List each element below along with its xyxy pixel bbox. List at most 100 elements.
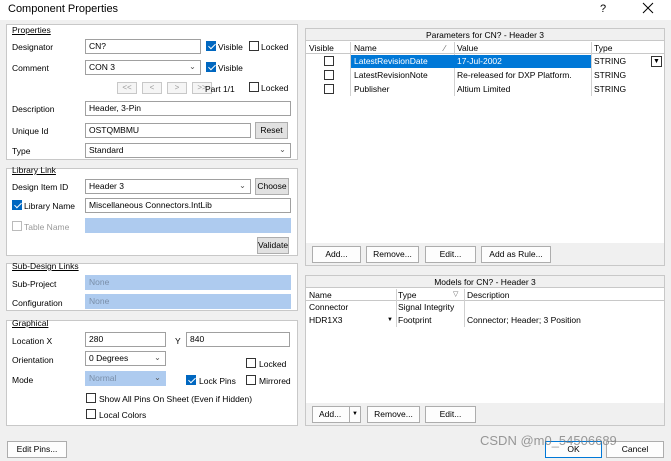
parameters-title: Parameters for CN? - Header 3: [306, 29, 664, 41]
library-name-checkbox[interactable]: [12, 200, 22, 210]
parameter-visible-checkbox[interactable]: [324, 56, 334, 66]
design-item-combo[interactable]: Header 3 ⌄: [85, 179, 251, 194]
edit-pins-button[interactable]: Edit Pins...: [7, 441, 67, 458]
chevron-down-icon: ⌄: [239, 181, 246, 190]
sort-icon: ∕: [444, 43, 446, 53]
model-row[interactable]: HDR1X3 ▼ Footprint Connector; Header; 3 …: [306, 314, 664, 327]
designator-locked-checkbox[interactable]: [249, 41, 259, 51]
models-header: Name Type ▽ Description: [306, 289, 664, 301]
add-model-button[interactable]: Add...: [312, 406, 350, 423]
watermark: CSDN @m0_54506689: [480, 433, 617, 448]
designator-label: Designator: [12, 42, 54, 52]
library-name-label: Library Name: [24, 201, 76, 211]
prev-part-button[interactable]: <: [142, 82, 162, 94]
model-row[interactable]: Connector Signal Integrity: [306, 301, 664, 314]
orientation-value: 0 Degrees: [89, 353, 129, 363]
model-type: Footprint: [398, 315, 432, 325]
type-label: Type: [12, 146, 31, 156]
comment-combo[interactable]: CON 3 ⌄: [85, 60, 201, 75]
model-description: Connector; Header; 3 Position: [467, 315, 581, 325]
next-part-button[interactable]: >: [167, 82, 187, 94]
part-locked-checkbox[interactable]: [249, 82, 259, 92]
library-name-input[interactable]: Miscellaneous Connectors.IntLib: [85, 198, 291, 213]
location-x-input[interactable]: 280: [85, 332, 166, 347]
edit-parameter-button[interactable]: Edit...: [425, 246, 476, 263]
comment-visible-checkbox[interactable]: [206, 62, 216, 72]
design-item-value: Header 3: [89, 181, 124, 191]
library-link-section-label: Library Link: [12, 165, 56, 175]
model-type: Signal Integrity: [398, 302, 455, 312]
designator-input[interactable]: CN?: [85, 39, 201, 54]
help-button[interactable]: ?: [600, 3, 606, 15]
lock-pins-checkbox[interactable]: [186, 375, 196, 385]
parameter-name: LatestRevisionNote: [354, 70, 428, 80]
model-name: HDR1X3: [309, 315, 343, 325]
column-type: Type: [398, 290, 417, 300]
add-model-dropdown-icon[interactable]: ▼: [349, 406, 361, 423]
designator-visible-label: Visible: [218, 42, 243, 52]
type-value: Standard: [89, 145, 124, 155]
type-combo[interactable]: Standard ⌄: [85, 143, 291, 158]
parameter-type: STRING: [594, 56, 627, 66]
graphical-locked-label: Locked: [259, 359, 287, 369]
sub-project-label: Sub-Project: [12, 279, 57, 289]
add-as-rule-button[interactable]: Add as Rule...: [481, 246, 551, 263]
type-dropdown-icon[interactable]: ▼: [651, 56, 662, 67]
dropdown-arrow-icon[interactable]: ▼: [387, 317, 393, 323]
table-name-checkbox[interactable]: [12, 221, 22, 231]
remove-parameter-button[interactable]: Remove...: [366, 246, 419, 263]
first-part-button[interactable]: <<: [117, 82, 137, 94]
comment-value: CON 3: [89, 62, 115, 72]
mirrored-checkbox[interactable]: [246, 375, 256, 385]
column-value: Value: [457, 43, 479, 53]
design-item-label: Design Item ID: [12, 182, 69, 192]
location-x-label: Location X: [12, 336, 53, 346]
part-label: Part 1/1: [205, 84, 235, 94]
parameter-row[interactable]: LatestRevisionNote Re-released for DXP P…: [306, 69, 664, 82]
parameters-header: Visible Name ∕ Value Type: [306, 42, 664, 54]
designator-visible-checkbox[interactable]: [206, 41, 216, 51]
designator-locked-label: Locked: [261, 42, 289, 52]
orientation-combo[interactable]: 0 Degrees ⌄: [85, 351, 166, 366]
configuration-input: None: [85, 294, 291, 309]
graphical-locked-checkbox[interactable]: [246, 358, 256, 368]
parameter-value: Altium Limited: [457, 84, 511, 94]
description-input[interactable]: Header, 3-Pin: [85, 101, 291, 116]
edit-model-button[interactable]: Edit...: [425, 406, 476, 423]
parameter-value: Re-released for DXP Platform.: [457, 70, 572, 80]
parameter-row[interactable]: Publisher Altium Limited STRING: [306, 83, 664, 96]
unique-id-input[interactable]: OSTQMBMU: [85, 123, 251, 138]
parameter-row[interactable]: LatestRevisionDate 17-Jul-2002 STRING ▼: [306, 55, 664, 68]
description-label: Description: [12, 104, 55, 114]
location-y-input[interactable]: 840: [186, 332, 290, 347]
column-visible: Visible: [309, 43, 334, 53]
parameter-name: LatestRevisionDate: [354, 56, 428, 66]
parameter-visible-checkbox[interactable]: [324, 70, 334, 80]
sub-project-input: None: [85, 275, 291, 290]
column-name: Name: [354, 43, 377, 53]
validate-button[interactable]: Validate: [257, 237, 289, 254]
show-all-pins-checkbox[interactable]: [86, 393, 96, 403]
local-colors-checkbox[interactable]: [86, 409, 96, 419]
location-y-label: Y: [175, 336, 181, 346]
parameter-name: Publisher: [354, 84, 390, 94]
models-title: Models for CN? - Header 3: [306, 276, 664, 288]
column-description: Description: [467, 290, 510, 300]
table-name-input: [85, 218, 291, 233]
reset-button[interactable]: Reset: [255, 122, 288, 139]
properties-section-label: Properties: [12, 25, 51, 35]
unique-id-label: Unique Id: [12, 126, 49, 136]
configuration-label: Configuration: [12, 298, 63, 308]
choose-button[interactable]: Choose: [255, 178, 289, 195]
chevron-down-icon: ⌄: [154, 353, 161, 362]
chevron-down-icon: ⌄: [279, 145, 286, 154]
part-locked-label: Locked: [261, 83, 289, 93]
add-parameter-button[interactable]: Add...: [312, 246, 361, 263]
mode-combo: Normal ⌄: [85, 371, 166, 386]
close-button[interactable]: [642, 2, 654, 14]
parameter-visible-checkbox[interactable]: [324, 84, 334, 94]
window-title: Component Properties: [8, 3, 119, 15]
filter-icon: ▽: [453, 291, 459, 298]
graphical-section-label: Graphical: [12, 318, 49, 328]
remove-model-button[interactable]: Remove...: [367, 406, 420, 423]
